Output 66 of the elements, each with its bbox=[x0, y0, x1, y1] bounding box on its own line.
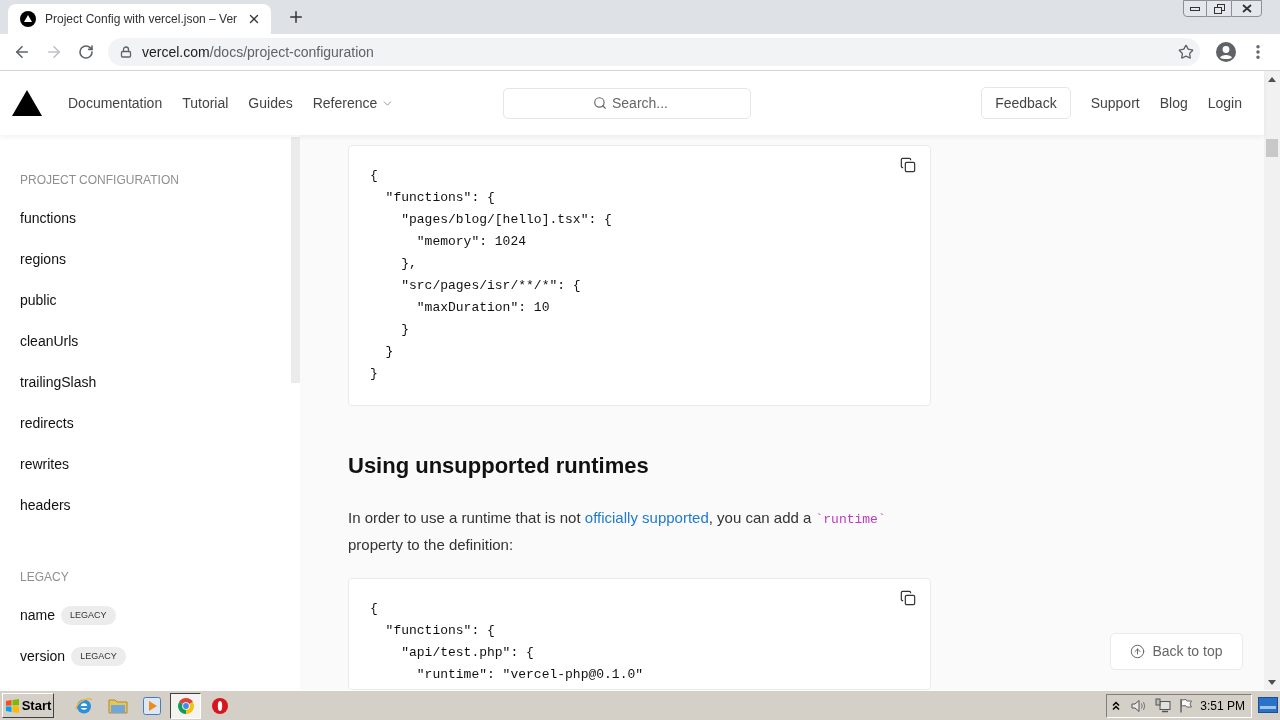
sidebar-link[interactable]: headers bbox=[20, 495, 71, 516]
sidebar-link[interactable]: cleanUrls bbox=[20, 331, 79, 352]
legacy-badge: LEGACY bbox=[61, 606, 116, 625]
nav-link[interactable]: Login bbox=[1207, 92, 1242, 114]
feedback-button[interactable]: Feedback bbox=[981, 87, 1071, 119]
arrow-up-icon bbox=[1130, 644, 1146, 659]
show-desktop-icon[interactable] bbox=[1258, 697, 1278, 713]
chevron-up-icon[interactable] bbox=[1112, 700, 1120, 711]
back-to-top-button[interactable]: Back to top bbox=[1110, 633, 1243, 670]
copy-icon[interactable] bbox=[900, 157, 916, 173]
section-title: LEGACY bbox=[20, 569, 70, 585]
refresh-icon[interactable] bbox=[78, 44, 94, 60]
search-field[interactable]: Search... bbox=[503, 87, 751, 119]
search-icon bbox=[593, 95, 607, 110]
lock-icon bbox=[120, 46, 132, 58]
code-text: { "functions": { "pages/blog/[hello].tsx": { "memory": 1024 }, "src/pages/isr/**/*": { "maxDuration": 10 } } } bbox=[370, 167, 613, 383]
sidebar-link[interactable]: version bbox=[20, 646, 66, 667]
nav-link[interactable]: Support bbox=[1090, 92, 1140, 114]
scroll-down-icon[interactable] bbox=[1268, 679, 1276, 685]
close-button[interactable] bbox=[1231, 0, 1262, 17]
star-icon[interactable] bbox=[1178, 44, 1194, 60]
close-icon bbox=[1241, 4, 1252, 13]
speaker-icon[interactable] bbox=[1131, 698, 1147, 713]
sidebar-link[interactable]: regions bbox=[20, 249, 66, 270]
copy-icon[interactable] bbox=[900, 590, 916, 606]
sidebar-link[interactable]: public bbox=[20, 290, 57, 311]
nav-link[interactable]: Blog bbox=[1159, 92, 1188, 114]
scrollbar-thumb[interactable] bbox=[1266, 139, 1278, 157]
body-paragraph: In order to use a runtime that is not officially supported, you can add a `runtime` property to the definition: bbox=[348, 508, 887, 555]
windows-flag-icon bbox=[4, 698, 20, 713]
nav-link[interactable]: Documentation bbox=[68, 92, 163, 114]
text-link[interactable]: officially supported bbox=[584, 509, 709, 526]
nav-link[interactable]: Guides bbox=[248, 92, 293, 114]
sidebar-link[interactable]: redirects bbox=[20, 413, 74, 434]
network-icon[interactable] bbox=[1155, 698, 1171, 713]
scrollbar-thumb[interactable] bbox=[291, 137, 300, 383]
nav-link[interactable]: Reference bbox=[312, 92, 395, 114]
browser-tab[interactable]: Project Config with vercel.json – Ver bbox=[8, 4, 272, 34]
ring-logo-icon bbox=[210, 696, 229, 715]
minimize-button[interactable] bbox=[1183, 0, 1207, 17]
restore-button[interactable] bbox=[1207, 0, 1231, 17]
legacy-badge: LEGACY bbox=[71, 647, 126, 666]
code-text: { "functions": { "api/test.php": { "runtime": "vercel-php@0.1.0" bbox=[370, 600, 645, 684]
nav-link[interactable]: Tutorial bbox=[182, 92, 229, 114]
sidebar-link[interactable]: trailingSlash bbox=[20, 372, 97, 393]
section-heading: Using unsupported runtimes bbox=[348, 452, 650, 480]
globe-icon bbox=[74, 696, 93, 715]
folder-icon bbox=[107, 697, 128, 714]
minimize-icon bbox=[1190, 6, 1200, 11]
clock: 3:51 PM bbox=[1200, 697, 1245, 715]
user-avatar-icon[interactable] bbox=[1216, 42, 1236, 62]
section-title: PROJECT CONFIGURATION bbox=[20, 172, 180, 188]
sidebar-link[interactable]: name bbox=[20, 605, 56, 626]
sidebar-link[interactable]: functions bbox=[20, 208, 77, 229]
address-field[interactable]: vercel.com/docs/project-configuration bbox=[108, 38, 1200, 66]
url-text: vercel.com/docs/project-configuration bbox=[142, 42, 374, 62]
taskbar-button[interactable] bbox=[170, 692, 201, 719]
start-button[interactable]: Start bbox=[2, 693, 54, 718]
flag-icon[interactable] bbox=[1179, 698, 1193, 713]
scroll-up-icon[interactable] bbox=[1268, 76, 1276, 82]
triangle-logo-icon[interactable] bbox=[12, 90, 42, 116]
restore-icon bbox=[1213, 3, 1225, 14]
triangle-logo-icon bbox=[20, 11, 36, 27]
sidebar-link[interactable]: rewrites bbox=[20, 454, 69, 475]
play-icon bbox=[142, 696, 161, 715]
browser-logo-icon bbox=[176, 696, 195, 715]
